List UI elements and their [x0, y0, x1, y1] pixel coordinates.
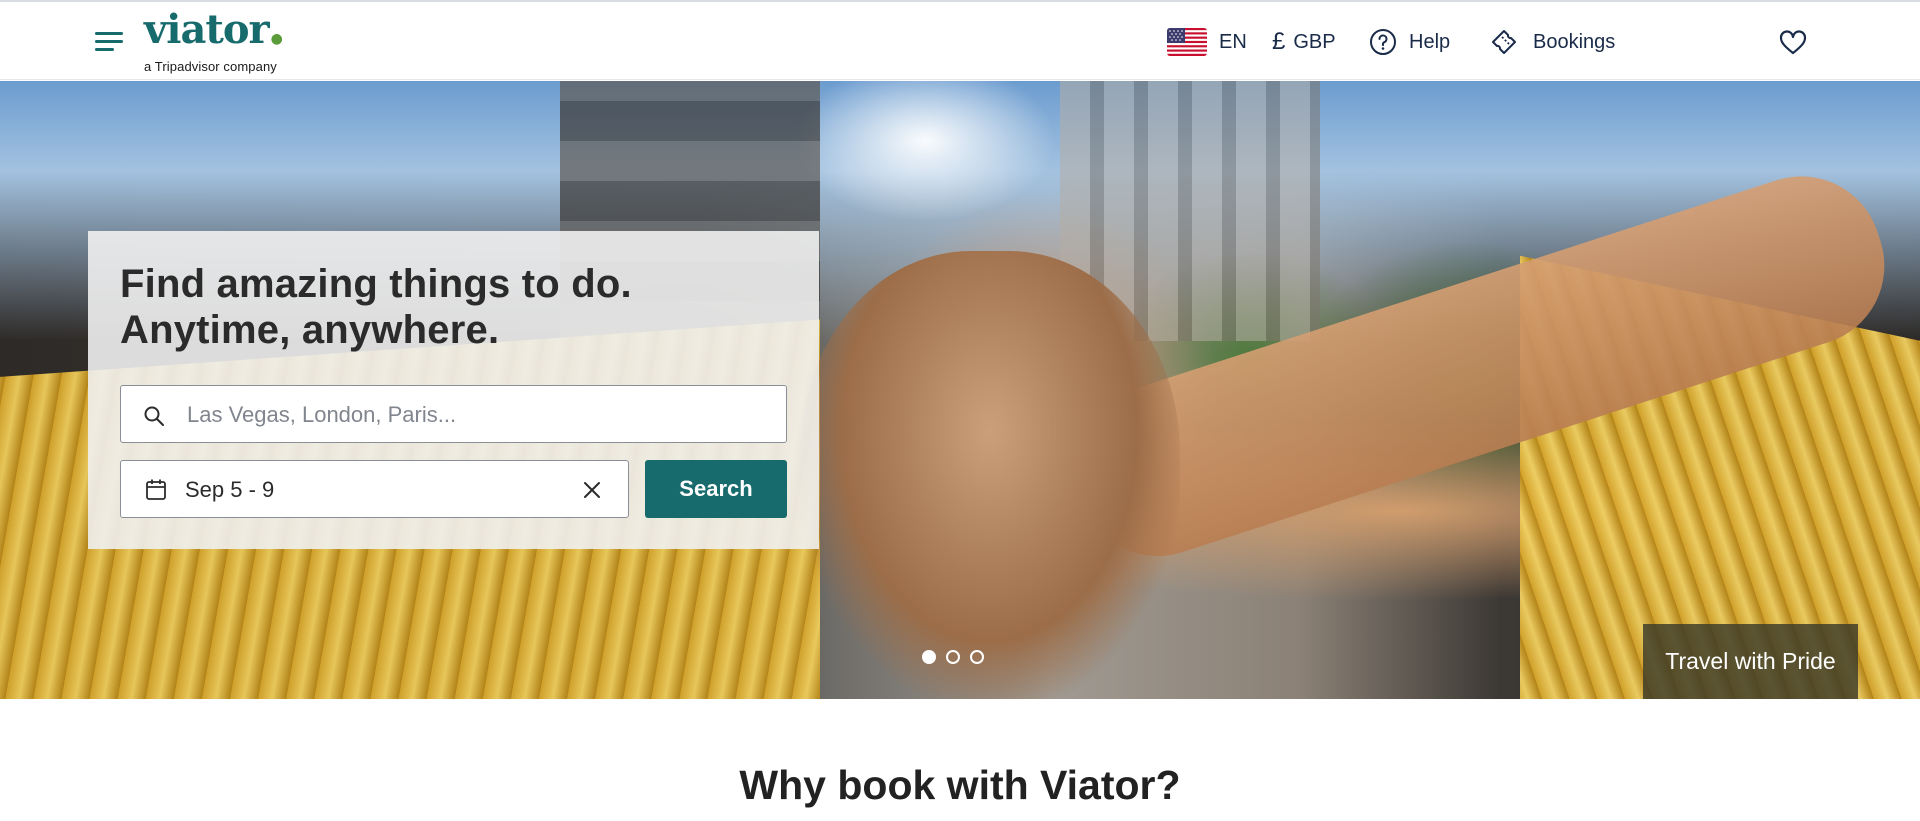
logo-wordmark: viator ● [144, 6, 284, 53]
bookings-label: Bookings [1533, 30, 1616, 53]
hamburger-menu-icon[interactable] [95, 30, 123, 52]
close-icon[interactable] [581, 479, 603, 501]
headline-line-1: Find amazing things to do. [120, 262, 632, 306]
carousel-dot-3[interactable] [970, 650, 984, 664]
carousel-dot-2[interactable] [946, 650, 960, 664]
search-button[interactable]: Search [645, 460, 787, 518]
us-flag-icon [1167, 28, 1207, 56]
pound-icon: £ [1272, 28, 1286, 55]
top-header: viator ● a Tripadvisor company EN £ GBP … [0, 0, 1920, 80]
carousel-dots [922, 650, 984, 664]
help-link[interactable]: Help [1369, 22, 1450, 62]
ticket-icon [1489, 27, 1519, 57]
heart-icon[interactable] [1778, 28, 1808, 58]
search-input[interactable] [185, 386, 769, 444]
date-range-value: Sep 5 - 9 [185, 477, 275, 502]
help-label: Help [1409, 30, 1451, 53]
viator-logo[interactable]: viator ● a Tripadvisor company [144, 8, 284, 74]
headline-line-2: Anytime, anywhere. [120, 308, 500, 352]
bookings-link[interactable]: Bookings [1489, 22, 1615, 62]
why-book-heading: Why book with Viator? [739, 762, 1181, 808]
search-card: Find amazing things to do. Anytime, anyw… [88, 231, 819, 549]
travel-with-pride-badge[interactable]: Travel with Pride [1643, 624, 1858, 699]
hero-person [800, 251, 1180, 699]
logo-tagline: a Tripadvisor company [144, 59, 277, 74]
question-circle-icon [1369, 28, 1397, 56]
date-picker-field[interactable]: Sep 5 - 9 [120, 460, 629, 518]
calendar-icon [145, 478, 167, 507]
hero-headline: Find amazing things to do. Anytime, anyw… [120, 261, 632, 353]
language-selector[interactable]: EN [1167, 22, 1247, 62]
language-label: EN [1219, 30, 1247, 53]
destination-search-field[interactable] [120, 385, 787, 444]
currency-label: GBP [1293, 30, 1336, 53]
currency-selector[interactable]: £ GBP [1272, 22, 1336, 62]
carousel-dot-1[interactable] [922, 650, 936, 664]
search-icon [143, 405, 165, 432]
